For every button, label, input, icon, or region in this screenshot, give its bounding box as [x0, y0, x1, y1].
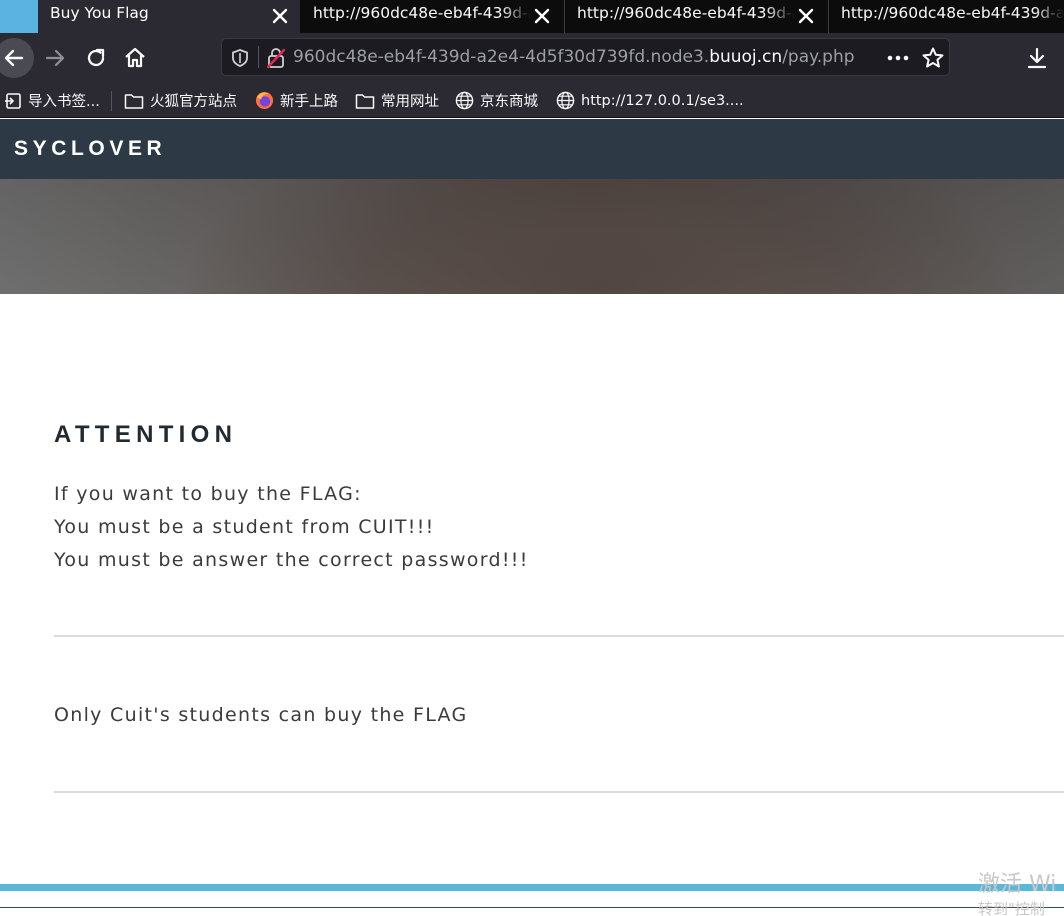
folder-icon [124, 93, 144, 109]
tab-title: http://960dc48e-eb4f-439d-a2e4-4d5f30d73… [841, 4, 1064, 22]
instruction-line: If you want to buy the FLAG: [54, 483, 362, 505]
divider [54, 791, 1064, 793]
forward-arrow-icon[interactable] [43, 46, 67, 70]
bookmark-common-sites[interactable]: 常用网址 [355, 83, 439, 118]
bookmark-label: http://127.0.0.1/se3.... [581, 92, 744, 109]
bookmark-label: 导入书签... [28, 94, 100, 110]
url-host-prefix: 960dc48e-eb4f-439d-a2e4-4d5f30d739fd.nod… [293, 47, 710, 67]
site-brand-logo[interactable]: SYCLOVER [14, 137, 166, 161]
more-actions-icon[interactable] [886, 49, 910, 67]
import-icon [5, 92, 21, 109]
bookmark-getting-started[interactable]: 新手上路 [255, 83, 338, 118]
firefox-icon [255, 91, 274, 110]
instruction-line: You must be a student from CUIT!!! [54, 516, 435, 538]
tab-buy-you-flag[interactable]: Buy You Flag [38, 0, 300, 33]
bookmark-firefox-official[interactable]: 火狐官方站点 [124, 83, 237, 118]
student-notice: Only Cuit's students can buy the FLAG [54, 704, 468, 726]
bookmark-star-icon[interactable] [921, 46, 945, 70]
download-icon[interactable] [1025, 46, 1049, 70]
shield-icon[interactable] [230, 48, 250, 68]
instruction-line: You must be answer the correct password!… [54, 549, 529, 571]
activation-watermark: 激活 Wi [978, 872, 1057, 897]
reload-icon[interactable] [84, 46, 108, 70]
bookmark-label: 常用网址 [381, 94, 439, 110]
activation-watermark-hint: 转到"控制 [978, 900, 1045, 916]
bookmark-import[interactable]: 导入书签... [4, 83, 100, 118]
tab-title: Buy You Flag [50, 4, 149, 22]
tab-strip-accent [0, 0, 38, 33]
bookmark-label: 新手上路 [280, 94, 338, 110]
url-domain: buuoj.cn [709, 47, 783, 67]
tab-url-2[interactable]: http://960dc48e-eb4f-439d-a2e4-4d5f30d73… [565, 0, 828, 33]
back-arrow-icon [4, 49, 24, 67]
url-text[interactable]: 960dc48e-eb4f-439d-a2e4-4d5f30d739fd.nod… [293, 47, 855, 67]
bookmark-label: 京东商城 [480, 94, 538, 110]
folder-icon [355, 93, 375, 109]
divider [54, 635, 1064, 637]
bookmark-localhost[interactable]: http://127.0.0.1/se3.... [556, 83, 744, 118]
tab-strip: Buy You Flag http://960dc48e-eb4f-439d-a… [0, 0, 1064, 33]
close-icon[interactable] [797, 7, 815, 25]
tab-url-1[interactable]: http://960dc48e-eb4f-439d-a2e4-4d5f30d73… [301, 0, 564, 33]
footer-rule [0, 907, 1064, 908]
attention-heading: ATTENTION [54, 421, 238, 448]
home-icon[interactable] [123, 46, 147, 70]
url-path: /pay.php [782, 47, 855, 67]
bookmark-label: 火狐官方站点 [150, 94, 237, 110]
tab-url-3[interactable]: http://960dc48e-eb4f-439d-a2e4-4d5f30d73… [829, 0, 1064, 33]
tab-title: http://960dc48e-eb4f-439d-a2e4-4d5f30d73… [313, 4, 531, 22]
hero-banner [0, 179, 1064, 294]
site-navbar: SYCLOVER [0, 119, 1064, 179]
globe-icon [455, 91, 474, 110]
globe-icon [556, 91, 575, 110]
bookmark-jd[interactable]: 京东商城 [455, 83, 538, 118]
footer-bar [0, 884, 1064, 891]
tab-title: http://960dc48e-eb4f-439d-a2e4-4d5f30d73… [577, 4, 795, 22]
insecure-lock-icon[interactable] [266, 47, 286, 69]
close-icon[interactable] [533, 7, 551, 25]
close-icon[interactable] [271, 7, 289, 25]
